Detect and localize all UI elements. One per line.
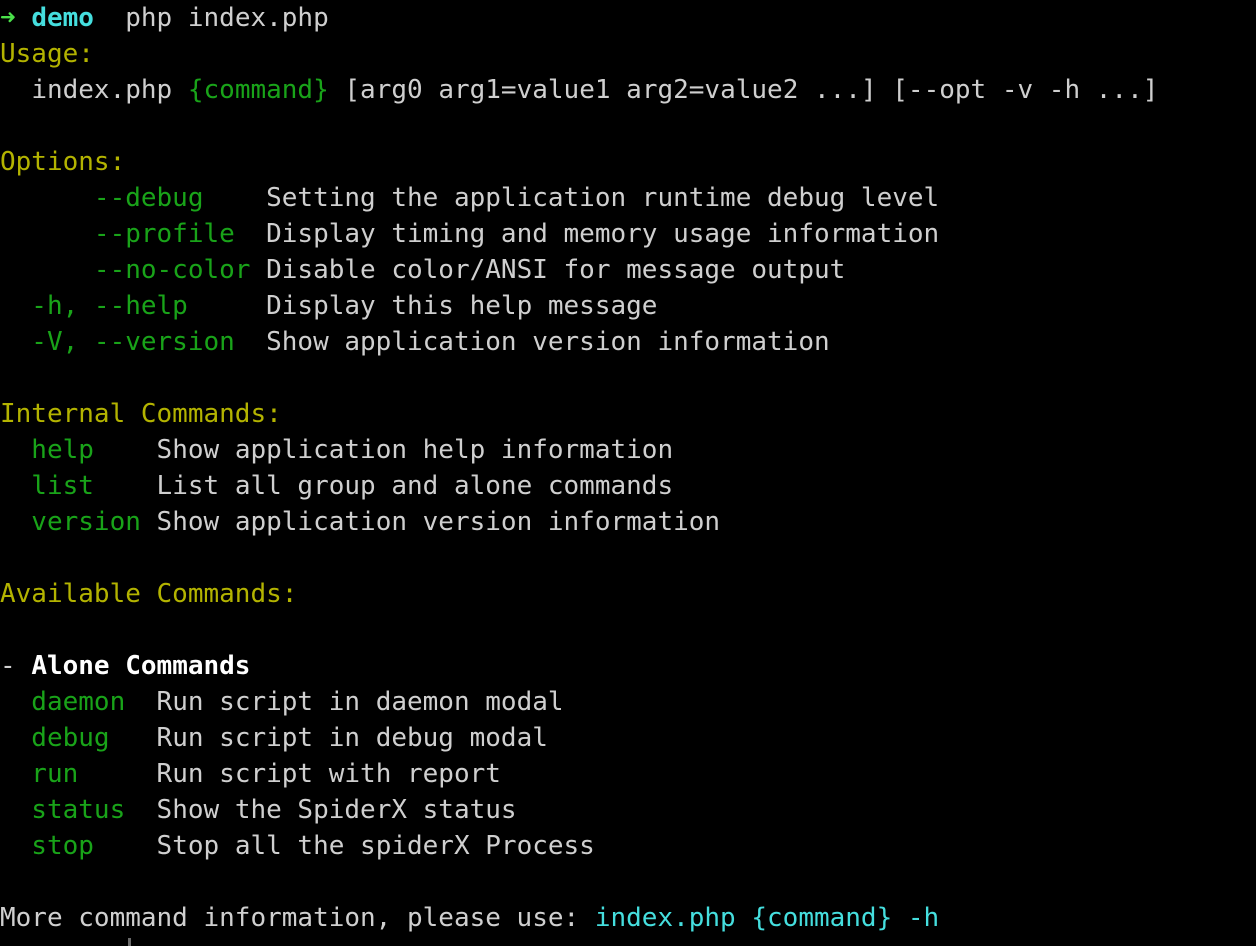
group-title-text: Alone Commands bbox=[31, 651, 251, 681]
options-heading-text: Options: bbox=[0, 147, 126, 177]
footer-hint: index.php {command} -h bbox=[594, 903, 940, 933]
internal-command-name: help bbox=[0, 435, 157, 465]
footer-line: More command information, please use: in… bbox=[0, 900, 1256, 936]
option-flags: -V, --version bbox=[0, 327, 267, 357]
usage-command-token: {command} bbox=[187, 75, 329, 105]
options-heading: Options: bbox=[0, 144, 1256, 180]
command-description: Show the SpiderX status bbox=[156, 795, 517, 825]
internal-command-row: list List all group and alone commands bbox=[0, 468, 1256, 504]
option-row: --profile Display timing and memory usag… bbox=[0, 216, 1256, 252]
option-flags: --profile bbox=[0, 219, 267, 249]
option-description: Disable color/ANSI for message output bbox=[266, 255, 846, 285]
command-description: Run script in daemon modal bbox=[156, 687, 564, 717]
available-commands-heading: Available Commands: bbox=[0, 576, 1256, 612]
command-row: daemon Run script in daemon modal bbox=[0, 684, 1256, 720]
terminal-cursor bbox=[128, 938, 131, 946]
prompt-line: ➜ demo php index.php bbox=[0, 0, 1256, 36]
internal-command-description: Show application help information bbox=[156, 435, 674, 465]
prompt-command: php index.php bbox=[125, 3, 329, 33]
command-row: stop Stop all the spiderX Process bbox=[0, 828, 1256, 864]
command-row: debug Run script in debug modal bbox=[0, 720, 1256, 756]
command-name: stop bbox=[0, 831, 157, 861]
internal-command-name: list bbox=[0, 471, 157, 501]
command-description: Run script with report bbox=[156, 759, 501, 789]
option-description: Display timing and memory usage informat… bbox=[266, 219, 940, 249]
internal-command-row: help Show application help information bbox=[0, 432, 1256, 468]
option-description: Show application version information bbox=[266, 327, 830, 357]
usage-line: index.php {command} [arg0 arg1=value1 ar… bbox=[0, 72, 1256, 108]
prompt-arrow-icon: ➜ bbox=[0, 3, 16, 33]
command-group-title: - Alone Commands bbox=[0, 648, 1256, 684]
internal-command-description: Show application version information bbox=[156, 507, 721, 537]
command-description: Run script in debug modal bbox=[156, 723, 548, 753]
prompt-space-2 bbox=[94, 0, 125, 36]
command-description: Stop all the spiderX Process bbox=[156, 831, 595, 861]
option-row: -h, --help Display this help message bbox=[0, 288, 1256, 324]
terminal-window: ➜ demo php index.php Usage: index.php {c… bbox=[0, 0, 1256, 946]
option-row: --no-color Disable color/ANSI for messag… bbox=[0, 252, 1256, 288]
usage-args: [arg0 arg1=value1 arg2=value2 ...] [--op… bbox=[328, 75, 1159, 105]
command-name: debug bbox=[0, 723, 157, 753]
command-name: daemon bbox=[0, 687, 157, 717]
internal-command-name: version bbox=[0, 507, 157, 537]
command-row: status Show the SpiderX status bbox=[0, 792, 1256, 828]
option-flags: -h, --help bbox=[0, 291, 267, 321]
option-flags: --no-color bbox=[0, 255, 267, 285]
prompt-host: demo bbox=[31, 3, 94, 33]
command-name: run bbox=[0, 759, 157, 789]
option-description: Display this help message bbox=[266, 291, 658, 321]
option-flags: --debug bbox=[0, 183, 267, 213]
usage-heading: Usage: bbox=[0, 36, 1256, 72]
internal-commands-heading-text: Internal Commands: bbox=[0, 399, 282, 429]
option-description: Setting the application runtime debug le… bbox=[266, 183, 940, 213]
group-bullet: - bbox=[0, 651, 32, 681]
internal-commands-heading: Internal Commands: bbox=[0, 396, 1256, 432]
option-row: -V, --version Show application version i… bbox=[0, 324, 1256, 360]
footer-text: More command information, please use: bbox=[0, 903, 595, 933]
prompt-space-1 bbox=[16, 0, 32, 36]
usage-script: index.php bbox=[31, 75, 188, 105]
internal-command-description: List all group and alone commands bbox=[156, 471, 674, 501]
usage-heading-text: Usage: bbox=[0, 39, 94, 69]
internal-command-row: version Show application version informa… bbox=[0, 504, 1256, 540]
usage-indent bbox=[0, 72, 31, 108]
command-row: run Run script with report bbox=[0, 756, 1256, 792]
available-commands-heading-text: Available Commands: bbox=[0, 579, 298, 609]
command-name: status bbox=[0, 795, 157, 825]
option-row: --debug Setting the application runtime … bbox=[0, 180, 1256, 216]
